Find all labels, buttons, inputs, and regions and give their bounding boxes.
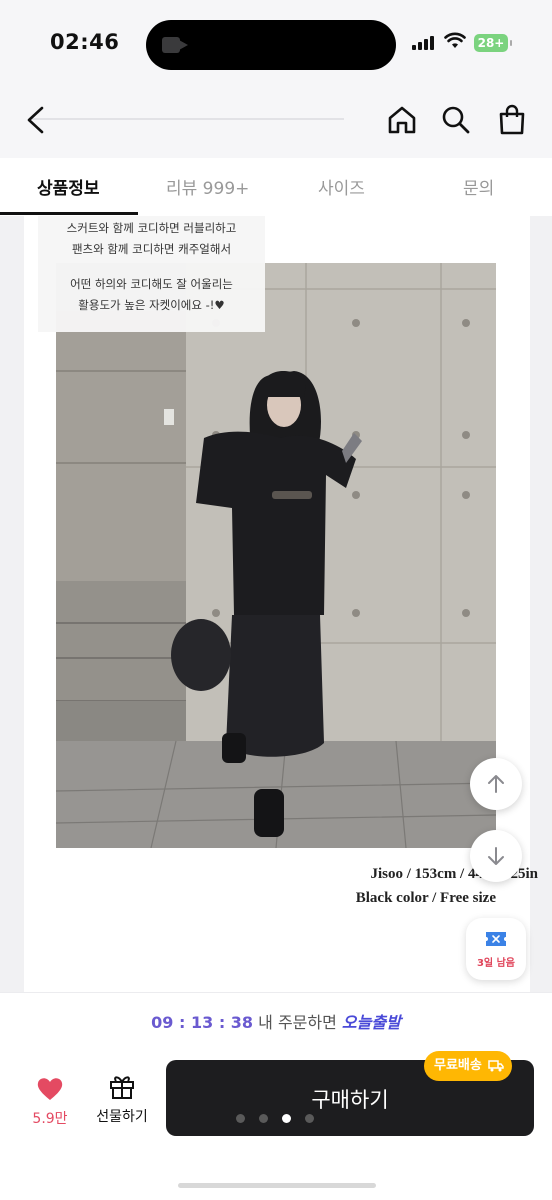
arrow-up-icon — [488, 775, 504, 793]
caption-line: 팬츠와 함께 코디하면 캐주얼해서 — [71, 242, 232, 256]
search-button[interactable] — [436, 100, 476, 140]
tab-product-info[interactable]: 상품정보 — [37, 174, 100, 199]
carousel-dot — [305, 1114, 314, 1123]
carousel-dot — [259, 1114, 268, 1123]
free-shipping-label: 무료배송 — [434, 1058, 482, 1073]
home-icon — [388, 106, 416, 134]
active-tab-indicator — [0, 212, 138, 215]
free-shipping-badge: 무료배송 — [424, 1051, 512, 1081]
model-color-size: Black color / Free size — [355, 890, 496, 906]
header-divider — [30, 118, 344, 120]
gift-button[interactable]: 선물하기 — [86, 1072, 158, 1126]
battery-indicator: 28+ — [474, 34, 512, 52]
timer-text: 09 : 13 : 38 내 주문하면 오늘출발 — [0, 1009, 552, 1033]
coupon-button[interactable]: 3일 남음 — [466, 918, 526, 980]
gift-icon — [110, 1076, 134, 1099]
top-nav — [0, 92, 552, 158]
shipping-timer-bar: 09 : 13 : 38 내 주문하면 오늘출발 — [0, 992, 552, 1046]
caption-line: 어떤 하의와 코디해도 잘 어울리는 — [70, 277, 233, 291]
carousel-dot-active — [282, 1114, 291, 1123]
product-detail-content: 스커트와 함께 코디하면 러블리하고 팬츠와 함께 코디하면 캐주얼해서 어떤 … — [0, 216, 552, 992]
buy-label: 구매하기 — [311, 1088, 389, 1112]
scroll-up-button[interactable] — [470, 758, 522, 810]
countdown-timer: 09 : 13 : 38 — [151, 1013, 254, 1032]
wifi-icon — [444, 32, 466, 48]
caption-overlay: 스커트와 함께 코디하면 러블리하고 팬츠와 함께 코디하면 캐주얼해서 어떤 … — [38, 216, 265, 332]
tab-reviews[interactable]: 리뷰 999+ — [166, 174, 249, 199]
cellular-signal-icon — [412, 36, 434, 50]
tab-size[interactable]: 사이즈 — [318, 174, 365, 199]
search-icon — [442, 106, 470, 134]
like-button[interactable]: 5.9만 — [24, 1076, 76, 1128]
timer-middle-text: 내 주문하면 — [258, 1013, 337, 1032]
coupon-label: 3일 남음 — [476, 958, 516, 969]
bottom-action-bar: 5.9만 선물하기 구매하기 무료배송 — [0, 1046, 552, 1200]
tab-inquiry[interactable]: 문의 — [463, 174, 494, 199]
gift-label: 선물하기 — [96, 1109, 148, 1125]
shopping-bag-icon — [499, 104, 525, 135]
carousel-indicator — [236, 1114, 314, 1123]
like-count: 5.9만 — [32, 1111, 68, 1127]
caption-line: 스커트와 함께 코디하면 러블리하고 — [66, 221, 237, 235]
home-button[interactable] — [382, 100, 422, 140]
home-indicator — [178, 1183, 376, 1188]
caption-line: 활용도가 높은 자켓이에요 -!♥ — [78, 298, 225, 312]
truck-icon — [488, 1060, 504, 1072]
heart-icon — [37, 1078, 63, 1100]
model-photo — [56, 263, 496, 848]
ticket-icon — [486, 932, 506, 946]
chevron-left-icon — [27, 106, 44, 134]
today-dispatch-label: 오늘출발 — [341, 1013, 401, 1032]
dynamic-island — [146, 20, 396, 70]
carousel-dot — [236, 1114, 245, 1123]
status-time: 02:46 — [50, 30, 120, 54]
photo-illustration — [56, 263, 496, 848]
scroll-down-button[interactable] — [470, 830, 522, 882]
product-tabs: 상품정보 리뷰 999+ 사이즈 문의 — [0, 158, 552, 216]
back-button[interactable] — [16, 100, 56, 140]
status-bar: 02:46 28+ — [0, 0, 552, 92]
cart-button[interactable] — [492, 100, 532, 140]
arrow-down-icon — [488, 847, 504, 865]
camera-recording-icon — [162, 37, 188, 53]
